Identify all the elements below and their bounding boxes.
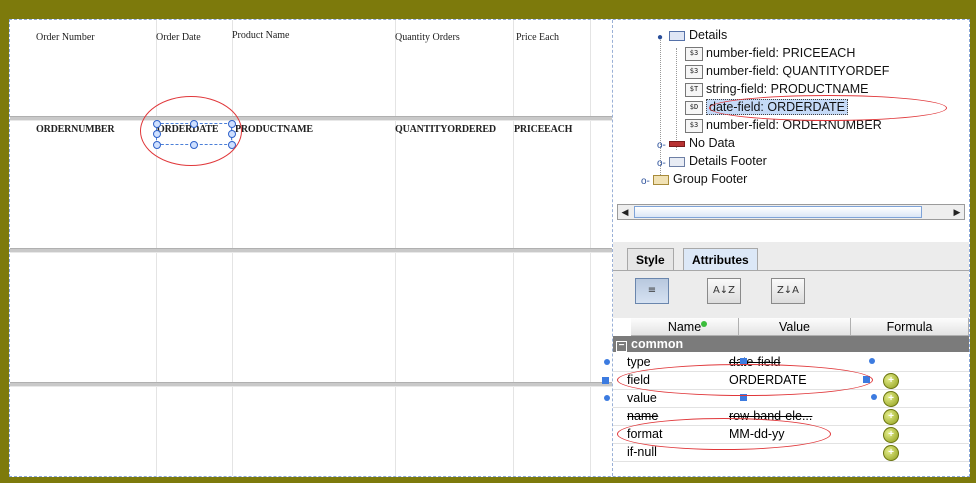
connector-handle[interactable] xyxy=(604,395,610,401)
scroll-right-icon[interactable]: ▶ xyxy=(950,205,964,219)
attributes-table: Name Value Formula − common type date-fie… xyxy=(613,318,969,476)
connector-handle[interactable] xyxy=(869,358,875,364)
band-divider-footer[interactable] xyxy=(10,382,612,387)
number-field-icon: $3 xyxy=(685,118,703,133)
highlight-ellipse-field-row xyxy=(617,364,873,396)
field-priceeach[interactable]: PRICEEACH xyxy=(514,124,572,135)
tree-label: No Data xyxy=(689,136,735,150)
field-productname[interactable]: PRODUCTNAME xyxy=(235,124,313,135)
number-field-icon: $3 xyxy=(685,46,703,61)
sort-descending-button[interactable]: Z↓A xyxy=(771,278,805,304)
tree-item-quantityordered[interactable]: $3 number-field: QUANTITYORDEF xyxy=(685,62,889,80)
tree-item-priceeach[interactable]: $3 number-field: PRICEEACH xyxy=(685,44,855,62)
group-row-common[interactable]: − common xyxy=(613,336,969,352)
band-icon xyxy=(669,156,685,167)
band-icon xyxy=(653,174,669,185)
expand-toggle-icon[interactable]: o- xyxy=(641,176,650,187)
sort-ascending-button[interactable]: A↓Z xyxy=(707,278,741,304)
tab-attributes[interactable]: Attributes xyxy=(683,248,758,270)
band-icon xyxy=(669,30,685,41)
header-order-number[interactable]: Order Number xyxy=(36,32,95,43)
band-divider-details[interactable] xyxy=(10,248,612,253)
header-product-name[interactable]: Product Name xyxy=(232,30,290,41)
string-field-icon: $T xyxy=(685,82,703,97)
tab-style[interactable]: Style xyxy=(627,248,674,270)
expand-toggle-icon[interactable]: o- xyxy=(657,158,666,169)
header-price-each[interactable]: Price Each xyxy=(516,32,559,43)
field-ordernumber[interactable]: ORDERNUMBER xyxy=(36,124,115,135)
header-order-date[interactable]: Order Date xyxy=(156,32,201,43)
tree-label: number-field: QUANTITYORDEF xyxy=(706,64,890,78)
group-label: common xyxy=(631,337,684,351)
tree-label: number-field: PRICEEACH xyxy=(706,46,856,60)
tree-item-details-footer[interactable]: Details Footer xyxy=(669,152,767,170)
categorized-view-button[interactable]: ≡ xyxy=(635,278,669,304)
tree-label: Group Footer xyxy=(673,172,748,186)
formula-edit-icon[interactable]: + xyxy=(883,373,899,389)
properties-pane: ● Details $3 number-field: PRICEEACH $3 nu… xyxy=(613,20,969,476)
tree-item-details[interactable]: Details xyxy=(669,26,727,44)
designer-window: Order Number Order Date Product Name Qua… xyxy=(9,19,970,477)
connector-handle[interactable] xyxy=(871,394,877,400)
property-name: value xyxy=(627,391,657,405)
properties-panel: Style Attributes ≡ A↓Z Z↓A Name Value Fo… xyxy=(613,242,969,476)
formula-edit-icon[interactable]: + xyxy=(883,391,899,407)
property-name: type xyxy=(627,355,651,369)
connector-handle[interactable] xyxy=(602,377,609,384)
header-quantity-orders[interactable]: Quantity Orders xyxy=(395,32,460,43)
formula-edit-icon[interactable]: + xyxy=(883,427,899,443)
tree-label: Details xyxy=(689,28,728,42)
structure-tree: ● Details $3 number-field: PRICEEACH $3 nu… xyxy=(613,20,969,200)
tree-item-group-footer[interactable]: Group Footer xyxy=(653,170,747,188)
tree-item-no-data[interactable]: No Data xyxy=(669,134,735,152)
formula-edit-icon[interactable]: + xyxy=(883,445,899,461)
tree-label: string-field: PRODUCTNAME xyxy=(706,82,869,96)
connector-handle[interactable] xyxy=(701,321,707,327)
tree-label: Details Footer xyxy=(689,154,767,168)
scroll-thumb[interactable] xyxy=(634,206,922,218)
column-header-formula[interactable]: Formula xyxy=(851,318,969,336)
collapse-icon[interactable]: − xyxy=(616,341,627,352)
expand-toggle-icon[interactable]: o- xyxy=(657,140,666,151)
column-header-name[interactable]: Name xyxy=(631,318,739,336)
expand-toggle-icon[interactable]: ● xyxy=(657,32,663,43)
report-canvas[interactable]: Order Number Order Date Product Name Qua… xyxy=(10,20,613,476)
band-icon xyxy=(669,140,685,147)
number-field-icon: $3 xyxy=(685,64,703,79)
band-divider-header[interactable] xyxy=(10,116,612,121)
connector-handle[interactable] xyxy=(604,359,610,365)
highlight-ellipse-tree xyxy=(709,95,947,121)
highlight-ellipse-format-row xyxy=(617,418,831,450)
highlight-ellipse-field xyxy=(140,96,242,166)
date-field-icon: $D xyxy=(685,100,703,115)
scroll-left-icon[interactable]: ◀ xyxy=(618,205,632,219)
column-header-value[interactable]: Value xyxy=(739,318,851,336)
field-quantityordered[interactable]: QUANTITYORDERED xyxy=(395,124,496,135)
tree-horizontal-scrollbar[interactable]: ◀ ▶ xyxy=(617,204,965,220)
formula-edit-icon[interactable]: + xyxy=(883,409,899,425)
